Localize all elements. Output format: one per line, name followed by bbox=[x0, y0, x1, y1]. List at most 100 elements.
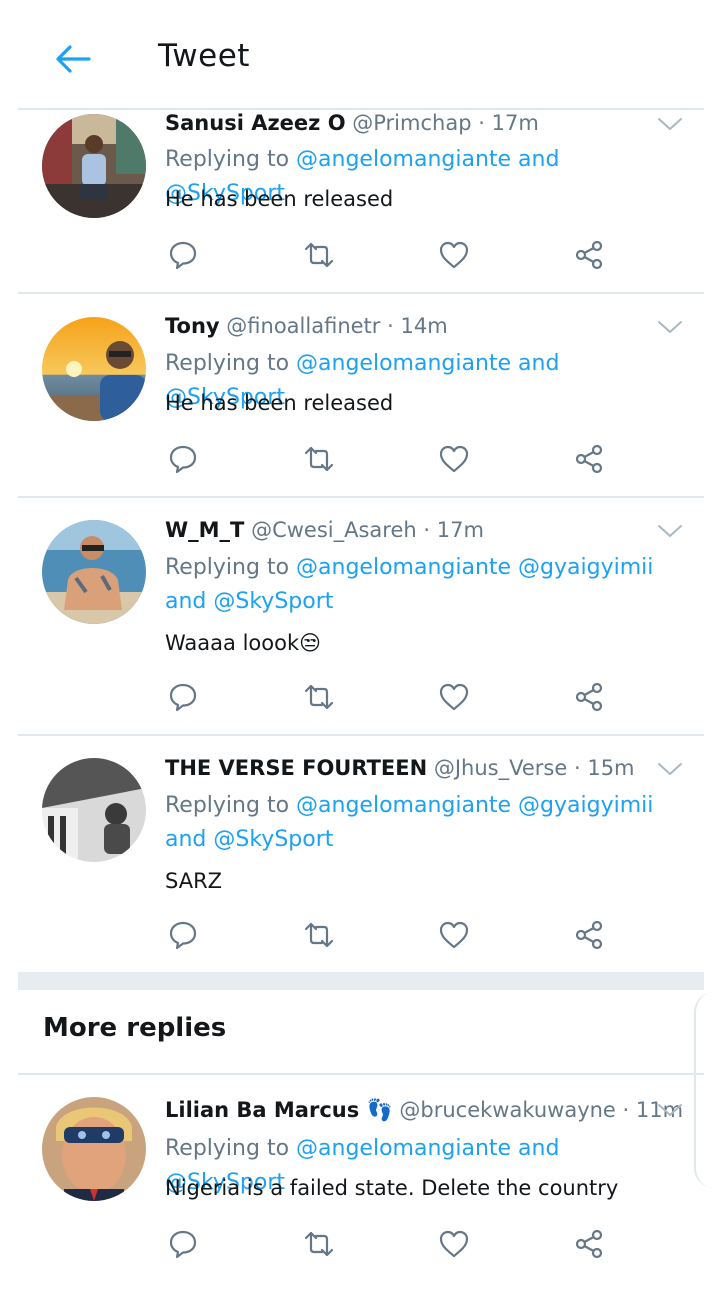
tweet-actions bbox=[165, 917, 625, 953]
replying-to-label: Replying to bbox=[165, 147, 290, 172]
display-name[interactable]: THE VERSE FOURTEEN bbox=[165, 756, 427, 780]
tweet-header: Lilian Ba Marcus 👣 @brucekwakuwayne · 11… bbox=[165, 1098, 683, 1123]
mention-and[interactable]: and bbox=[165, 827, 206, 852]
mention-link[interactable]: @gyaigyimii bbox=[518, 555, 653, 580]
retweet-button[interactable] bbox=[301, 679, 337, 715]
retweet-button[interactable] bbox=[301, 1226, 337, 1262]
like-icon bbox=[439, 241, 469, 269]
retweet-button[interactable] bbox=[301, 237, 337, 273]
reply-button[interactable] bbox=[165, 679, 201, 715]
display-name[interactable]: Sanusi Azeez O bbox=[165, 111, 346, 135]
reply-icon bbox=[169, 241, 197, 270]
divider bbox=[18, 496, 704, 498]
mention-link[interactable]: @angelomangiante bbox=[296, 555, 511, 580]
replying-to-label: Replying to bbox=[165, 1136, 290, 1161]
timestamp[interactable]: 17m bbox=[437, 518, 484, 542]
share-button[interactable] bbox=[571, 679, 607, 715]
avatar[interactable] bbox=[42, 758, 146, 862]
reply-icon bbox=[169, 1230, 197, 1259]
retweet-icon bbox=[304, 242, 334, 268]
avatar[interactable] bbox=[42, 114, 146, 218]
timestamp[interactable]: 14m bbox=[400, 314, 447, 338]
display-name[interactable]: Tony bbox=[165, 314, 220, 338]
reply-tweet[interactable]: W_M_T @Cwesi_Asareh · 17m Replying to @a… bbox=[0, 518, 720, 735]
replying-to-label: Replying to bbox=[165, 351, 290, 376]
section-separator bbox=[18, 972, 704, 990]
share-button[interactable] bbox=[571, 1226, 607, 1262]
display-name[interactable]: Lilian Ba Marcus 👣 bbox=[165, 1098, 393, 1122]
divider bbox=[18, 734, 704, 736]
avatar[interactable] bbox=[42, 1097, 146, 1201]
reply-button[interactable] bbox=[165, 237, 201, 273]
timestamp[interactable]: 15m bbox=[587, 756, 634, 780]
divider bbox=[18, 292, 704, 294]
mention-and[interactable]: and bbox=[518, 1136, 559, 1161]
avatar[interactable] bbox=[42, 520, 146, 624]
reply-tweet[interactable]: THE VERSE FOURTEEN @Jhus_Verse · 15m Rep… bbox=[0, 756, 720, 972]
mention-and[interactable]: and bbox=[518, 351, 559, 376]
retweet-icon bbox=[304, 446, 334, 472]
tweet-text: He has been released bbox=[165, 391, 394, 415]
username[interactable]: @brucekwakuwayne bbox=[399, 1098, 615, 1122]
like-button[interactable] bbox=[436, 237, 472, 273]
reply-tweet[interactable]: Lilian Ba Marcus 👣 @brucekwakuwayne · 11… bbox=[0, 1097, 720, 1292]
timestamp[interactable]: 17m bbox=[492, 111, 539, 135]
mention-link[interactable]: @angelomangiante bbox=[296, 351, 511, 376]
like-button[interactable] bbox=[436, 441, 472, 477]
share-icon bbox=[575, 444, 603, 474]
mention-link[interactable]: @angelomangiante bbox=[296, 1136, 511, 1161]
page-title: Tweet bbox=[158, 38, 250, 74]
reply-button[interactable] bbox=[165, 917, 201, 953]
tweet-menu-button[interactable] bbox=[656, 317, 684, 337]
share-button[interactable] bbox=[571, 917, 607, 953]
mention-and[interactable]: and bbox=[165, 589, 206, 614]
username[interactable]: @Jhus_Verse bbox=[434, 756, 567, 780]
username[interactable]: @Cwesi_Asareh bbox=[251, 518, 417, 542]
chevron-down-icon bbox=[658, 763, 682, 775]
tweet-actions bbox=[165, 441, 625, 477]
tweet-header: THE VERSE FOURTEEN @Jhus_Verse · 15m bbox=[165, 756, 635, 780]
reply-icon bbox=[169, 921, 197, 950]
reply-button[interactable] bbox=[165, 441, 201, 477]
like-button[interactable] bbox=[436, 679, 472, 715]
chevron-down-icon bbox=[658, 525, 682, 537]
tweet-text: He has been released bbox=[165, 187, 394, 211]
share-button[interactable] bbox=[571, 237, 607, 273]
retweet-button[interactable] bbox=[301, 441, 337, 477]
mention-link[interactable]: @SkySport bbox=[213, 827, 333, 852]
display-name[interactable]: W_M_T bbox=[165, 518, 244, 542]
divider bbox=[18, 1073, 704, 1075]
chevron-down-icon bbox=[658, 118, 682, 130]
mention-link[interactable]: @angelomangiante bbox=[296, 793, 511, 818]
replying-to-label: Replying to bbox=[165, 793, 290, 818]
reply-tweet[interactable]: Sanusi Azeez O @Primchap · 17m Replying … bbox=[0, 110, 720, 293]
separator-dot: · bbox=[387, 314, 394, 338]
tweet-text: Waaaa loook😒 bbox=[165, 631, 322, 655]
more-replies-heading: More replies bbox=[43, 1013, 227, 1043]
share-icon bbox=[575, 920, 603, 950]
username[interactable]: @Primchap bbox=[352, 111, 471, 135]
like-button[interactable] bbox=[436, 917, 472, 953]
mention-link[interactable]: @SkySport bbox=[213, 589, 333, 614]
reply-tweet[interactable]: Tony @finoallafinetr · 14m Replying to @… bbox=[0, 314, 720, 497]
share-button[interactable] bbox=[571, 441, 607, 477]
tweet-text: Nigeria is a failed state. Delete the co… bbox=[165, 1176, 619, 1200]
tweet-menu-button[interactable] bbox=[656, 1100, 684, 1120]
back-button[interactable] bbox=[52, 38, 94, 80]
share-icon bbox=[575, 240, 603, 270]
mention-and[interactable]: and bbox=[518, 147, 559, 172]
like-icon bbox=[439, 921, 469, 949]
tweet-menu-button[interactable] bbox=[656, 521, 684, 541]
username[interactable]: @finoallafinetr bbox=[226, 314, 380, 338]
avatar[interactable] bbox=[42, 317, 146, 421]
retweet-button[interactable] bbox=[301, 917, 337, 953]
mention-link[interactable]: @gyaigyimii bbox=[518, 793, 653, 818]
tweet-menu-button[interactable] bbox=[656, 759, 684, 779]
separator-dot: · bbox=[573, 756, 581, 780]
reply-button[interactable] bbox=[165, 1226, 201, 1262]
tweet-menu-button[interactable] bbox=[656, 114, 684, 134]
replying-to: Replying to @angelomangiante @gyaigyimii… bbox=[165, 789, 665, 857]
like-button[interactable] bbox=[436, 1226, 472, 1262]
mention-link[interactable]: @angelomangiante bbox=[296, 147, 511, 172]
separator-dot: · bbox=[478, 111, 485, 135]
